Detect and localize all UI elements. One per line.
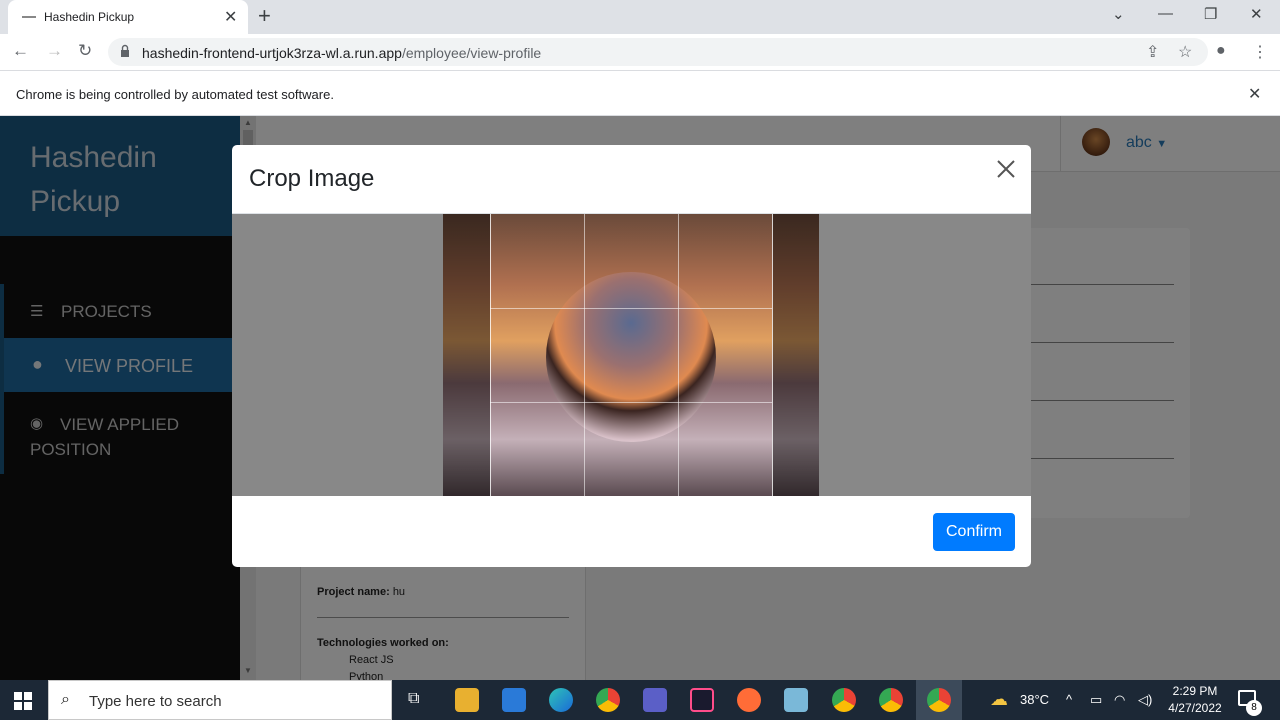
url-text: hashedin-frontend-urtjok3rza-wl.a.run.ap… — [142, 45, 541, 61]
intellij-icon[interactable] — [690, 688, 714, 712]
crop-grid-line — [678, 214, 679, 496]
forward-arrow-icon[interactable]: → — [46, 41, 63, 61]
crop-box-edge-right[interactable] — [772, 214, 773, 496]
tab-favicon-icon — [22, 16, 36, 18]
browser-toolbar: ← → ↻ hashedin-frontend-urtjok3rza-wl.a.… — [0, 34, 1280, 70]
browser-tab[interactable]: Hashedin Pickup ✕ — [8, 0, 248, 34]
new-tab-button[interactable]: + — [258, 3, 271, 29]
wifi-icon[interactable]: ◠ — [1114, 692, 1125, 708]
modal-header: Crop Image — [232, 145, 1031, 214]
page-viewport: Hashedin Pickup ☰ PROJECTS ● VIEW PROFIL… — [0, 116, 1280, 680]
share-icon[interactable]: ⇪ — [1146, 42, 1159, 62]
tab-close-icon[interactable]: ✕ — [224, 7, 237, 27]
system-clock[interactable]: 2:29 PM 4/27/2022 — [1160, 683, 1230, 717]
chrome-icon[interactable] — [832, 688, 856, 712]
infobar-message: Chrome is being controlled by automated … — [16, 87, 334, 102]
search-icon: ⌕ — [61, 691, 70, 708]
lock-icon — [121, 44, 129, 57]
teams-icon[interactable] — [643, 688, 667, 712]
file-explorer-icon[interactable] — [455, 688, 479, 712]
task-view-icon[interactable]: ⧉ — [408, 690, 419, 708]
postman-icon[interactable] — [737, 688, 761, 712]
url-host: hashedin-frontend-urtjok3rza-wl.a.run.ap… — [142, 45, 402, 61]
crop-box-edge-left[interactable] — [490, 214, 491, 496]
infobar-close-icon[interactable]: ✕ — [1248, 84, 1261, 104]
temperature[interactable]: 38°C — [1020, 692, 1049, 707]
automation-infobar: Chrome is being controlled by automated … — [0, 70, 1280, 116]
clock-time: 2:29 PM — [1172, 684, 1218, 698]
chevron-up-icon[interactable]: ^ — [1066, 692, 1072, 707]
notification-badge: 8 — [1246, 700, 1262, 716]
reload-icon[interactable]: ↻ — [78, 41, 92, 61]
crop-area[interactable] — [232, 214, 1031, 496]
confirm-button[interactable]: Confirm — [933, 513, 1015, 551]
modal-title: Crop Image — [249, 165, 375, 192]
weather-icon[interactable]: ☁ — [990, 689, 1008, 710]
crop-mask-left — [443, 214, 490, 496]
bookmark-star-icon[interactable]: ☆ — [1178, 42, 1192, 62]
address-bar[interactable]: hashedin-frontend-urtjok3rza-wl.a.run.ap… — [108, 38, 1208, 66]
chrome-icon[interactable] — [927, 688, 951, 712]
battery-icon[interactable]: ▭ — [1090, 692, 1102, 708]
tab-title: Hashedin Pickup — [44, 10, 135, 24]
crop-image-modal: Crop Image Confirm — [232, 145, 1031, 567]
crop-grid-line — [490, 308, 772, 309]
profile-icon[interactable]: ● — [1216, 42, 1226, 60]
crystal-ball-image — [546, 272, 716, 442]
tab-search-icon[interactable]: ⌄ — [1112, 5, 1125, 23]
chrome-icon[interactable] — [596, 688, 620, 712]
menu-kebab-icon[interactable]: ⋮ — [1252, 42, 1268, 62]
url-path: /employee/view-profile — [401, 45, 542, 61]
search-placeholder: Type here to search — [89, 693, 222, 710]
edge-icon[interactable] — [549, 688, 573, 712]
taskbar-search[interactable]: ⌕ Type here to search — [48, 680, 392, 720]
back-arrow-icon[interactable]: ← — [12, 41, 29, 61]
modal-footer: Confirm — [232, 496, 1031, 567]
restore-button[interactable]: ❐ — [1204, 5, 1217, 23]
volume-icon[interactable]: ◁) — [1138, 692, 1152, 708]
crop-mask-right — [772, 214, 819, 496]
store-icon[interactable] — [502, 688, 526, 712]
crop-source-image[interactable] — [443, 214, 819, 496]
crop-grid-line — [584, 214, 585, 496]
notepad-icon[interactable] — [784, 688, 808, 712]
windows-start-icon[interactable] — [14, 692, 32, 710]
browser-tab-strip: Hashedin Pickup ✕ + ⌄ — ❐ ✕ — [0, 0, 1280, 34]
window-close-button[interactable]: ✕ — [1250, 5, 1263, 23]
windows-taskbar: ⌕ Type here to search ⧉ ☁ 38°C ^ ▭ ◠ ◁) … — [0, 680, 1280, 720]
clock-date: 4/27/2022 — [1168, 701, 1222, 715]
minimize-button[interactable]: — — [1158, 5, 1173, 22]
close-icon[interactable] — [994, 157, 1018, 181]
chrome-icon[interactable] — [879, 688, 903, 712]
crop-grid-line — [490, 402, 772, 403]
